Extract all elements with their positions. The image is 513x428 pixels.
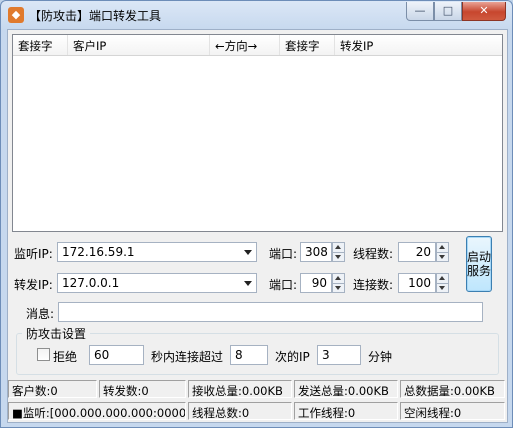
threads-field[interactable]: 20 [398, 242, 436, 262]
connection-list[interactable]: 套接字 客户IP ←方向→ 套接字 转发IP [12, 34, 503, 232]
listen-ip-value: 172.16.59.1 [62, 245, 135, 259]
status-working-threads: 工作线程:0 [294, 402, 398, 420]
status-thread-total: 线程总数:0 [188, 402, 292, 420]
minutes-field[interactable]: 3 [317, 345, 361, 365]
listen-ip-label: 监听IP: [14, 247, 53, 261]
status-listen-text: 监听:[000.000.000.000:0000] [22, 406, 186, 420]
threads-spinner[interactable] [436, 242, 449, 262]
column-direction[interactable]: ←方向→ [210, 35, 280, 55]
listen-port-spinner[interactable] [332, 242, 345, 262]
seconds-field[interactable]: 60 [89, 345, 144, 365]
start-service-button[interactable]: 启动 服务 [466, 236, 492, 292]
forward-port-field[interactable]: 90 [300, 273, 332, 293]
reject-checkbox[interactable] [37, 348, 50, 361]
status-forward-count: 转发数:0 [99, 380, 186, 398]
minutes-label: 分钟 [368, 350, 393, 364]
window-title: 【防攻击】端口转发工具 [29, 9, 162, 23]
status-sent-total: 发送总量:0.00KB [294, 380, 398, 398]
column-socket[interactable]: 套接字 [13, 35, 68, 55]
listen-port-field[interactable]: 308 [300, 242, 332, 262]
maximize-button[interactable]: □ [434, 2, 462, 21]
minimize-button[interactable]: — [406, 2, 434, 21]
chevron-down-icon [244, 250, 252, 255]
anti-attack-group-label: 防攻击设置 [22, 325, 91, 342]
start-service-line1: 启动 [467, 250, 492, 264]
forward-ip-select[interactable]: 127.0.0.1 [57, 273, 257, 293]
column-client-ip[interactable]: 客户IP [68, 35, 210, 55]
status-bar-row1: 客户数:0 转发数:0 接收总量:0.00KB 发送总量:0.00KB 总数据量… [8, 380, 507, 400]
times-ip-label: 次的IP [275, 350, 310, 364]
app-window: ◆ 【防攻击】端口转发工具 — □ ✕ 套接字 客户IP ←方向→ 套接字 转发… [0, 0, 513, 428]
status-received-total: 接收总量:0.00KB [188, 380, 292, 398]
message-label: 消息: [26, 307, 55, 321]
close-button[interactable]: ✕ [462, 2, 506, 21]
chevron-down-icon [244, 281, 252, 286]
list-header: 套接字 客户IP ←方向→ 套接字 转发IP [13, 35, 502, 56]
title-bar[interactable]: ◆ 【防攻击】端口转发工具 — □ ✕ [1, 1, 512, 29]
connection-count-field[interactable]: 8 [230, 345, 268, 365]
window-controls: — □ ✕ [406, 2, 506, 21]
start-service-line2: 服务 [467, 264, 492, 278]
listen-ip-select[interactable]: 172.16.59.1 [57, 242, 257, 262]
within-seconds-label: 秒内连接超过 [151, 350, 224, 364]
connections-spinner[interactable] [436, 273, 449, 293]
forward-ip-label: 转发IP: [14, 278, 53, 292]
status-idle-threads: 空闲线程:0 [400, 402, 505, 420]
forward-port-label: 端口: [269, 278, 298, 292]
connections-label: 连接数: [353, 278, 394, 292]
fox-app-icon: ◆ [8, 7, 24, 23]
forward-ip-value: 127.0.0.1 [62, 276, 120, 290]
status-bar-row2: ■监听:[000.000.000.000:0000] 线程总数:0 工作线程:0… [8, 402, 507, 422]
client-area: 套接字 客户IP ←方向→ 套接字 转发IP 监听IP: 172.16.59.1… [7, 29, 508, 423]
listen-port-label: 端口: [269, 247, 298, 261]
threads-label: 线程数: [353, 247, 394, 261]
status-listen-address: ■监听:[000.000.000.000:0000] [8, 402, 186, 420]
forward-port-spinner[interactable] [332, 273, 345, 293]
status-client-count: 客户数:0 [8, 380, 97, 398]
reject-label[interactable]: 拒绝 [53, 348, 77, 365]
column-forward-ip[interactable]: 转发IP [335, 35, 500, 55]
message-field[interactable] [58, 302, 483, 322]
column-socket-2[interactable]: 套接字 [280, 35, 335, 55]
status-data-total: 总数据量:0.00KB [400, 380, 505, 398]
connections-field[interactable]: 100 [398, 273, 436, 293]
